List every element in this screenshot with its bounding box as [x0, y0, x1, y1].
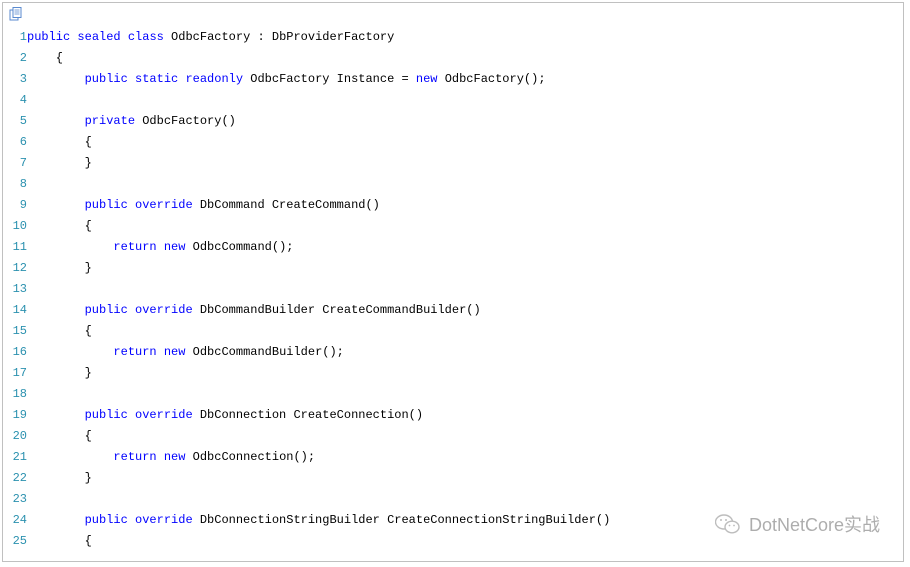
line-number: 24 — [3, 510, 27, 531]
code-line[interactable]: { — [27, 216, 903, 237]
line-number: 16 — [3, 342, 27, 363]
code-line[interactable]: { — [27, 48, 903, 69]
code-line[interactable]: } — [27, 468, 903, 489]
code-line[interactable]: public sealed class OdbcFactory : DbProv… — [27, 27, 903, 48]
line-number: 22 — [3, 468, 27, 489]
code-line[interactable] — [27, 384, 903, 405]
line-number: 25 — [3, 531, 27, 552]
line-number: 20 — [3, 426, 27, 447]
code-line[interactable]: return new OdbcConnection(); — [27, 447, 903, 468]
code-line[interactable] — [27, 489, 903, 510]
code-row: 23 — [3, 489, 903, 510]
watermark: DotNetCore实战 — [715, 511, 880, 537]
code-line[interactable]: { — [27, 426, 903, 447]
code-row: 21 return new OdbcConnection(); — [3, 447, 903, 468]
line-number: 13 — [3, 279, 27, 300]
line-number: 10 — [3, 216, 27, 237]
line-number: 18 — [3, 384, 27, 405]
code-row: 20 { — [3, 426, 903, 447]
code-line[interactable]: return new OdbcCommand(); — [27, 237, 903, 258]
line-number: 19 — [3, 405, 27, 426]
code-line[interactable] — [27, 174, 903, 195]
code-row: 2 { — [3, 48, 903, 69]
code-row: 15 { — [3, 321, 903, 342]
code-line[interactable]: return new OdbcCommandBuilder(); — [27, 342, 903, 363]
code-line[interactable]: { — [27, 321, 903, 342]
line-number: 15 — [3, 321, 27, 342]
code-row: 9 public override DbCommand CreateComman… — [3, 195, 903, 216]
code-line[interactable]: public static readonly OdbcFactory Insta… — [27, 69, 903, 90]
code-row: 13 — [3, 279, 903, 300]
watermark-text: DotNetCore实战 — [749, 511, 880, 537]
code-row: 6 { — [3, 132, 903, 153]
code-line[interactable]: { — [27, 132, 903, 153]
code-line[interactable]: private OdbcFactory() — [27, 111, 903, 132]
code-line[interactable]: } — [27, 153, 903, 174]
line-number: 8 — [3, 174, 27, 195]
code-line[interactable]: public override DbCommand CreateCommand(… — [27, 195, 903, 216]
code-row: 7 } — [3, 153, 903, 174]
code-row: 22 } — [3, 468, 903, 489]
code-line[interactable] — [27, 90, 903, 111]
code-row: 8 — [3, 174, 903, 195]
code-row: 17 } — [3, 363, 903, 384]
toolbar — [3, 3, 903, 27]
code-row: 14 public override DbCommandBuilder Crea… — [3, 300, 903, 321]
code-row: 3 public static readonly OdbcFactory Ins… — [3, 69, 903, 90]
code-line[interactable] — [27, 279, 903, 300]
code-row: 11 return new OdbcCommand(); — [3, 237, 903, 258]
line-number: 17 — [3, 363, 27, 384]
line-number: 12 — [3, 258, 27, 279]
code-row: 10 { — [3, 216, 903, 237]
line-number: 1 — [3, 27, 27, 48]
line-number: 7 — [3, 153, 27, 174]
line-number: 23 — [3, 489, 27, 510]
code-container: 1public sealed class OdbcFactory : DbPro… — [2, 2, 904, 562]
line-number: 3 — [3, 69, 27, 90]
line-number: 5 — [3, 111, 27, 132]
code-row: 18 — [3, 384, 903, 405]
code-row: 16 return new OdbcCommandBuilder(); — [3, 342, 903, 363]
line-number: 2 — [3, 48, 27, 69]
code-line[interactable]: } — [27, 258, 903, 279]
code-line[interactable]: public override DbCommandBuilder CreateC… — [27, 300, 903, 321]
line-number: 21 — [3, 447, 27, 468]
code-row: 19 public override DbConnection CreateCo… — [3, 405, 903, 426]
code-line[interactable]: public override DbConnection CreateConne… — [27, 405, 903, 426]
code-row: 5 private OdbcFactory() — [3, 111, 903, 132]
wechat-icon — [715, 513, 741, 535]
code-row: 12 } — [3, 258, 903, 279]
line-number: 11 — [3, 237, 27, 258]
code-table: 1public sealed class OdbcFactory : DbPro… — [3, 27, 903, 552]
line-number: 9 — [3, 195, 27, 216]
line-number: 6 — [3, 132, 27, 153]
copy-icon[interactable] — [9, 7, 23, 21]
code-row: 4 — [3, 90, 903, 111]
code-line[interactable]: } — [27, 363, 903, 384]
line-number: 4 — [3, 90, 27, 111]
line-number: 14 — [3, 300, 27, 321]
code-row: 1public sealed class OdbcFactory : DbPro… — [3, 27, 903, 48]
